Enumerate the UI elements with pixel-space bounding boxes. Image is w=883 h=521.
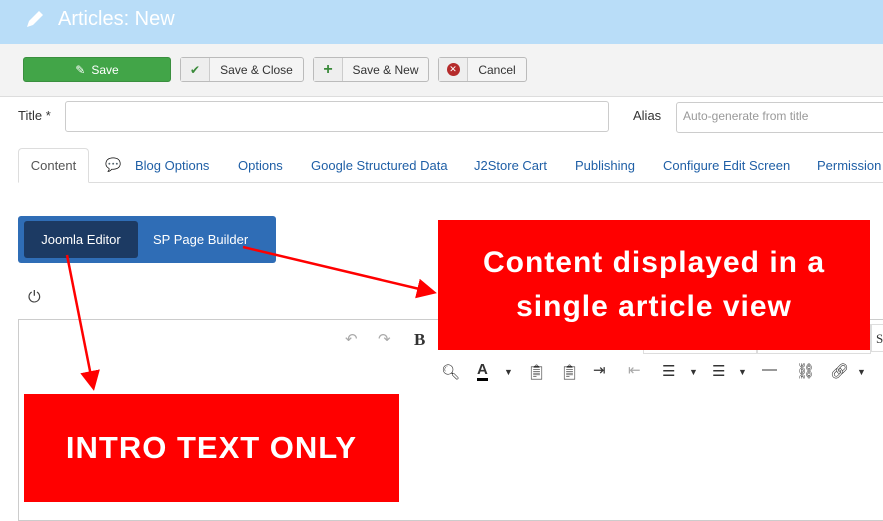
annotation-fulltext: Content displayed in a single article vi… [438, 220, 870, 350]
annotation-line: Content displayed in a [482, 246, 826, 279]
annotation-introtext: INTRO TEXT ONLY [24, 394, 399, 502]
arrow-to-introtext [65, 254, 100, 391]
annotation-line: single article view [516, 290, 792, 323]
arrow-to-fulltext [242, 245, 437, 299]
